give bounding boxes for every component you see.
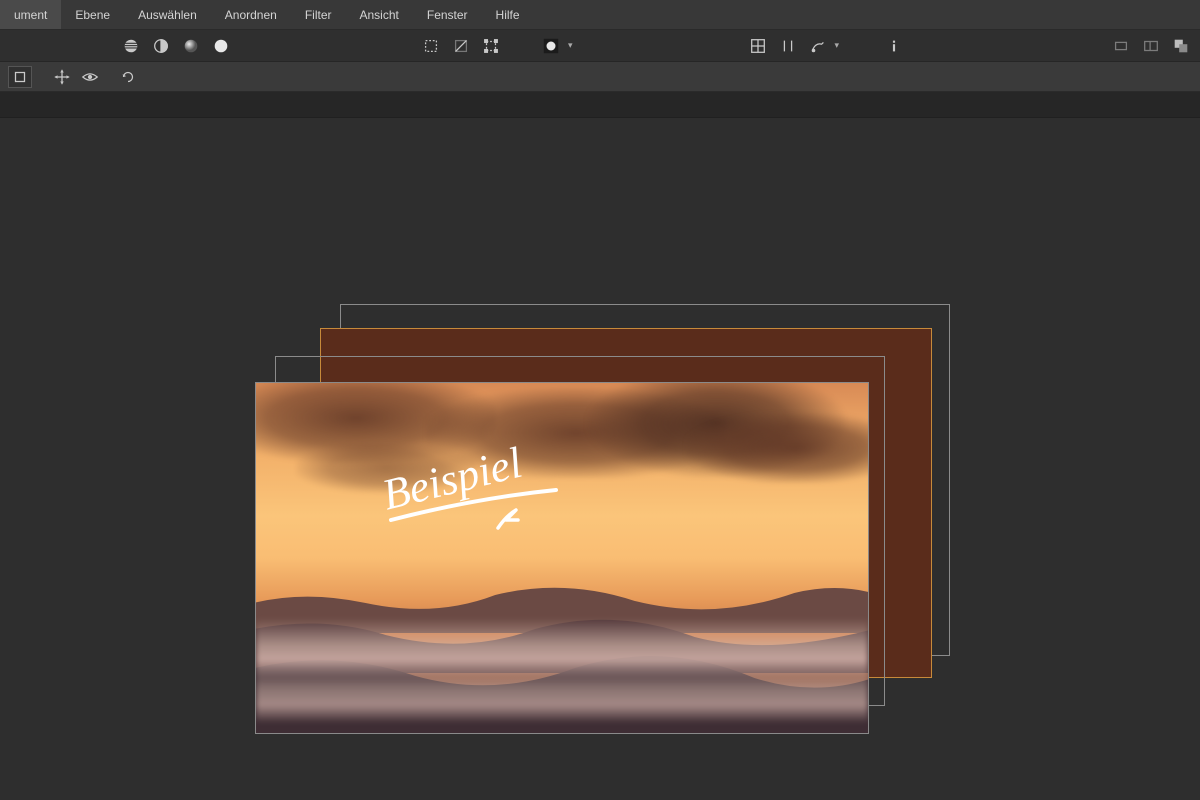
arrange-icon[interactable] — [1168, 33, 1194, 59]
menu-arrange[interactable]: Anordnen — [211, 0, 291, 29]
mask-brush-icon[interactable] — [805, 33, 831, 59]
toolbar-group-contrast — [116, 33, 236, 59]
toolbar-group-vignette: ▾ — [536, 33, 573, 59]
info-icon[interactable] — [881, 33, 907, 59]
split-icon[interactable] — [775, 33, 801, 59]
eye-icon[interactable] — [78, 66, 102, 88]
line-diagonal-icon[interactable] — [448, 33, 474, 59]
menu-document[interactable]: ument — [0, 0, 61, 29]
expand-box-icon[interactable] — [8, 66, 32, 88]
collapse-icon[interactable] — [1108, 33, 1134, 59]
menu-bar: ument Ebene Auswählen Anordnen Filter An… — [0, 0, 1200, 30]
chevron-down-icon[interactable]: ▾ — [835, 40, 840, 51]
chevron-down-icon[interactable]: ▾ — [568, 40, 573, 51]
photo-cloud — [296, 443, 476, 493]
photo-cloud — [686, 413, 869, 483]
grid-icon[interactable] — [745, 33, 771, 59]
crosshair-move-icon[interactable] — [50, 66, 74, 88]
levels-icon[interactable] — [118, 33, 144, 59]
menu-layer[interactable]: Ebene — [61, 0, 124, 29]
menu-window[interactable]: Fenster — [413, 0, 482, 29]
menu-view[interactable]: Ansicht — [346, 0, 413, 29]
menu-select[interactable]: Auswählen — [124, 0, 211, 29]
half-contrast-icon[interactable] — [148, 33, 174, 59]
toolbar-group-right — [1106, 33, 1196, 59]
photo-fog — [256, 663, 868, 723]
marquee-icon[interactable] — [418, 33, 444, 59]
gradient-circle-icon[interactable] — [178, 33, 204, 59]
marquee-handles-icon[interactable] — [478, 33, 504, 59]
layer-photo-sunset[interactable]: Beispiel — [255, 382, 869, 734]
toolbar-secondary — [0, 62, 1200, 92]
menu-help[interactable]: Hilfe — [482, 0, 534, 29]
menu-filter[interactable]: Filter — [291, 0, 346, 29]
toolbar-group-selection — [416, 33, 506, 59]
toolbar-group-align: ▾ — [743, 33, 840, 59]
workspace[interactable]: Beispiel — [0, 118, 1200, 800]
toolbar-group-info — [879, 33, 909, 59]
document-tab-strip — [0, 92, 1200, 118]
panel-icon[interactable] — [1138, 33, 1164, 59]
white-circle-icon[interactable] — [208, 33, 234, 59]
rotate-icon[interactable] — [116, 66, 140, 88]
toolbar-main: ▾ ▾ — [0, 30, 1200, 62]
vignette-icon[interactable] — [538, 33, 564, 59]
